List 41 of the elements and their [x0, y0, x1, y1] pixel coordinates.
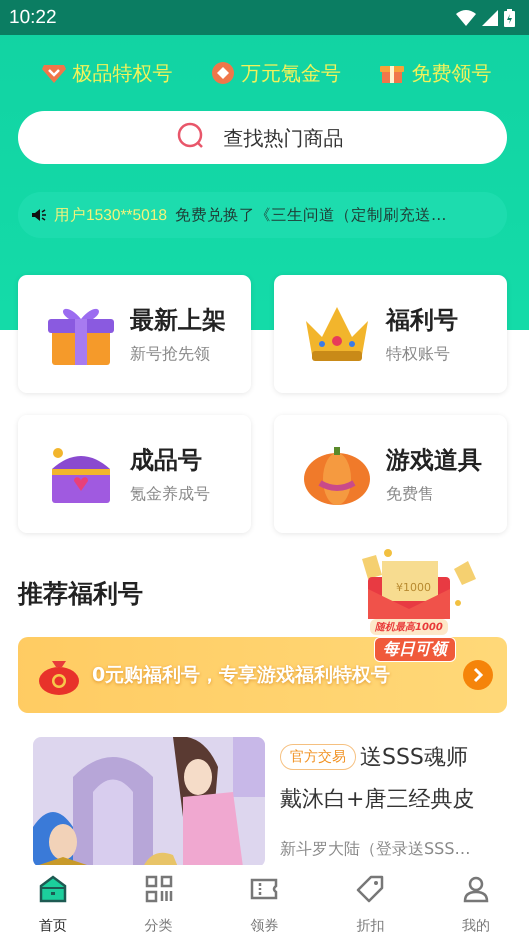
tag-icon	[356, 875, 384, 903]
search-field[interactable]: 查找热门商品	[18, 111, 507, 164]
category-subtitle: 特权账号	[386, 344, 451, 364]
signal-icon	[482, 10, 498, 26]
category-subtitle: 氪金养成号	[130, 484, 210, 504]
diamond-icon	[42, 63, 66, 83]
section-title: 推荐福利号	[18, 578, 143, 610]
status-time: 10:22	[9, 6, 57, 28]
chevron-right-icon[interactable]	[463, 660, 493, 690]
battery-icon	[504, 8, 515, 26]
category-subtitle: 新号抢先领	[130, 344, 211, 364]
nav-tab[interactable]: 分类	[128, 865, 189, 935]
category-title: 最新上架	[130, 304, 226, 336]
nav-tab[interactable]: 折扣	[340, 865, 400, 935]
nav-tab[interactable]: 领券	[234, 865, 294, 935]
ticker-message: 免费兑换了《三生问道（定制刷充送…	[175, 204, 447, 226]
listing-game: 新斗罗大陆（登录送SSS…	[280, 839, 472, 860]
wifi-icon	[456, 10, 476, 26]
category-card[interactable]: 成品号 氪金养成号	[18, 415, 251, 533]
category-card[interactable]: 游戏道具 免费售	[274, 415, 507, 533]
promo-text: 0元购福利号，专享游戏福利特权号	[92, 663, 392, 688]
nav-tab[interactable]: 我的	[446, 865, 506, 935]
listing-title[interactable]: 官方交易 送SSS魂师戴沐白+唐三经典皮	[280, 737, 488, 821]
grid-icon	[144, 875, 173, 903]
category-title: 成品号	[130, 444, 203, 476]
category-title: 游戏道具	[386, 444, 482, 476]
category-title: 福利号	[386, 304, 458, 336]
person-icon	[462, 875, 490, 903]
nav-tab[interactable]: 首页	[22, 865, 83, 935]
coin-icon	[212, 62, 234, 84]
home-icon	[38, 875, 67, 903]
category-card[interactable]: 最新上架 新号抢先领	[18, 275, 251, 393]
official-tag: 官方交易	[280, 744, 356, 770]
ticket-amount: ¥1000	[396, 581, 431, 594]
category-subtitle: 免费售	[386, 484, 435, 504]
ticker-user: 用户1530**5018	[54, 206, 168, 226]
category-card[interactable]: 福利号 特权账号	[274, 275, 507, 393]
speaker-icon	[32, 209, 46, 221]
daily-badge: 每日可领	[374, 637, 456, 662]
reward-caption: 随机最高1000	[370, 619, 448, 635]
gift-icon	[380, 63, 404, 83]
